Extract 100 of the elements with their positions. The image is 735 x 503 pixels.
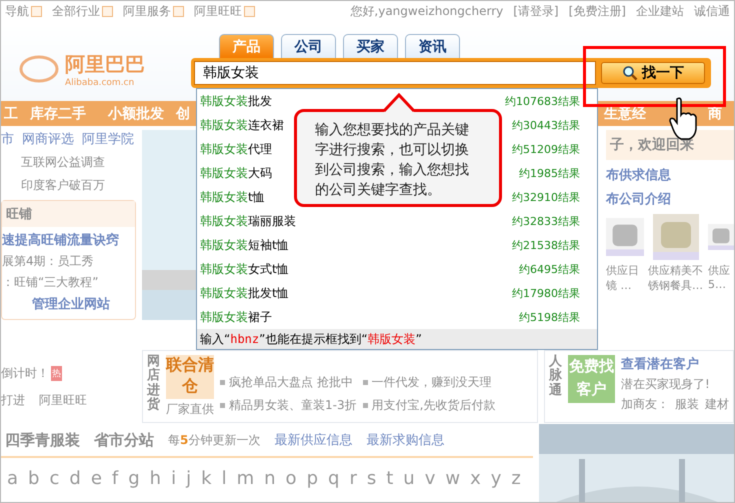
suggestion-item[interactable]: 韩版女装t恤	[200, 188, 265, 206]
result-count: 约1985结果	[519, 166, 580, 180]
bullet-icon	[220, 380, 225, 385]
search-tab[interactable]: 公司	[281, 34, 336, 58]
top-link[interactable]: 企业建站	[636, 2, 684, 20]
letter-link[interactable]: i	[171, 468, 176, 489]
bullet-icon	[362, 380, 368, 385]
news-link[interactable]: 互联网公益调查	[1, 154, 136, 171]
letter-link[interactable]: j	[186, 468, 192, 489]
action-link[interactable]: 布供求信息	[606, 166, 734, 184]
letter-link[interactable]: l	[222, 468, 227, 489]
footer-link[interactable]: 打进	[1, 392, 25, 408]
letter-link[interactable]: r	[349, 468, 357, 489]
letter-link[interactable]: g	[128, 468, 140, 489]
tag-link[interactable]: 加商友：	[621, 396, 669, 413]
suggestion-item[interactable]: 韩版女装瑞丽服装	[200, 212, 296, 230]
shop-link[interactable]: ：旺铺“三大教程”	[2, 274, 135, 291]
letter-link[interactable]: w	[445, 468, 460, 489]
letter-link[interactable]: h	[150, 468, 162, 489]
menu-label[interactable]: 阿里旺旺	[194, 2, 242, 20]
letter-link[interactable]: u	[403, 468, 415, 489]
hint-text: 输入“hbnz”也能在提示框找到“韩版女装”	[197, 329, 597, 349]
letter-link[interactable]: c	[49, 468, 60, 489]
letter-link[interactable]: z	[511, 468, 521, 489]
search-tab[interactable]: 资讯	[405, 34, 460, 58]
promo-badge[interactable]: 免费找客户	[568, 355, 615, 403]
letter-link[interactable]: q	[328, 468, 340, 489]
callout-tooltip: 输入您想要找的产品关键字进行搜索，也可以切换到公司搜索，输入您想找的公司关键字查找。	[294, 109, 502, 207]
category-tab[interactable]: 四季青服装	[5, 430, 80, 450]
market-link[interactable]: 一件代发，赚到没天理	[372, 374, 492, 391]
news-link[interactable]: 印度客户破百万	[1, 177, 136, 194]
category-tab[interactable]: 省市分站	[94, 430, 154, 450]
action-link[interactable]: 布公司介绍	[606, 190, 734, 208]
letter-link[interactable]: p	[306, 468, 318, 489]
contacts-link[interactable]: 查看潜在客户	[621, 355, 729, 373]
nav-item[interactable]: 生意经	[604, 104, 646, 122]
result-count: 约17980结果	[512, 286, 580, 300]
suggestion-item[interactable]: 韩版女装大码	[200, 164, 272, 182]
nav-link[interactable]: 网商评选	[22, 130, 74, 148]
letter-link[interactable]: k	[201, 468, 212, 489]
latest-link[interactable]: 最新求购信息	[366, 431, 444, 449]
nav-link[interactable]: 市	[1, 130, 14, 148]
login-link[interactable]: [请登录]	[513, 2, 559, 20]
letter-link[interactable]: s	[366, 468, 376, 489]
letter-link[interactable]: o	[286, 468, 297, 489]
footer-link[interactable]: 阿里旺旺	[39, 392, 87, 408]
result-count: 约21538结果	[512, 238, 580, 252]
letter-link[interactable]: v	[424, 468, 436, 489]
letter-link[interactable]: n	[264, 468, 276, 489]
letter-link[interactable]: e	[90, 468, 102, 489]
suggestion-item[interactable]: 韩版女装批发t恤	[200, 284, 289, 302]
nav-item[interactable]: 创	[176, 104, 190, 122]
dropdown-icon[interactable]	[244, 6, 255, 16]
letter-link[interactable]: a	[7, 468, 18, 489]
market-link[interactable]: 疯抢单品大盘点 抢批中	[229, 374, 353, 391]
letter-link[interactable]: y	[490, 468, 502, 489]
search-tab[interactable]: 产品	[219, 34, 274, 58]
search-button[interactable]: 找一下	[601, 62, 705, 84]
suggestion-item[interactable]: 韩版女装连衣裙	[200, 116, 284, 134]
product-caption[interactable]: 供应5…	[708, 263, 734, 291]
suggestion-item[interactable]: 韩版女装批发	[200, 92, 272, 110]
top-link[interactable]: 诚信通	[694, 2, 730, 20]
menu-label[interactable]: 阿里服务	[123, 2, 171, 20]
market-link[interactable]: 用支付宝,先收货后付款	[372, 397, 496, 414]
letter-link[interactable]: d	[69, 468, 81, 489]
menu-label[interactable]: 导航	[5, 2, 29, 20]
contacts-text: 潜在买家现身了!	[621, 376, 711, 393]
shop-link[interactable]: 展第4期：员工秀	[2, 253, 135, 270]
register-link[interactable]: [免费注册]	[568, 2, 626, 20]
nav-item[interactable]: 工	[4, 104, 18, 122]
letter-link[interactable]: f	[112, 468, 118, 489]
result-count: 约5198结果	[519, 310, 580, 324]
logo-icon	[19, 54, 59, 84]
tag-link[interactable]: 建材	[705, 396, 729, 413]
market-link[interactable]: 精品男女装、童装1-3折	[229, 397, 357, 414]
nav-item[interactable]: 库存二手	[30, 104, 86, 122]
suggestion-item[interactable]: 韩版女装短袖t恤	[200, 236, 289, 254]
menu-label[interactable]: 全部行业	[52, 2, 100, 20]
tag-link[interactable]: 服装	[675, 396, 699, 413]
result-count: 约32910结果	[512, 190, 580, 204]
nav-item[interactable]: 小额批发	[108, 104, 164, 122]
nav-link[interactable]: 阿里学院	[82, 130, 134, 148]
product-caption[interactable]: 供应日镜 …	[606, 263, 644, 293]
suggestion-item[interactable]: 韩版女装裙子	[200, 308, 272, 326]
letter-link[interactable]: x	[470, 468, 481, 489]
product-caption[interactable]: 供应精美不锈钢餐具…	[648, 263, 704, 293]
headline-link[interactable]: 速提高旺铺流量诀窍	[2, 231, 135, 249]
letter-link[interactable]: t	[386, 468, 394, 489]
dropdown-icon[interactable]	[31, 6, 42, 16]
letter-link[interactable]: m	[236, 468, 254, 489]
search-field[interactable]: 韩版女装	[194, 61, 596, 85]
suggestion-item[interactable]: 韩版女装代理	[200, 140, 272, 158]
dropdown-icon[interactable]	[102, 6, 113, 16]
letter-link[interactable]: b	[28, 468, 40, 489]
manage-link[interactable]: 管理企业网站	[2, 295, 135, 313]
dropdown-icon[interactable]	[173, 6, 184, 16]
nav-item[interactable]: 商	[708, 104, 722, 122]
suggestion-item[interactable]: 韩版女装女式t恤	[200, 260, 289, 278]
latest-link[interactable]: 最新供应信息	[274, 431, 352, 449]
search-tab[interactable]: 买家	[343, 34, 398, 58]
